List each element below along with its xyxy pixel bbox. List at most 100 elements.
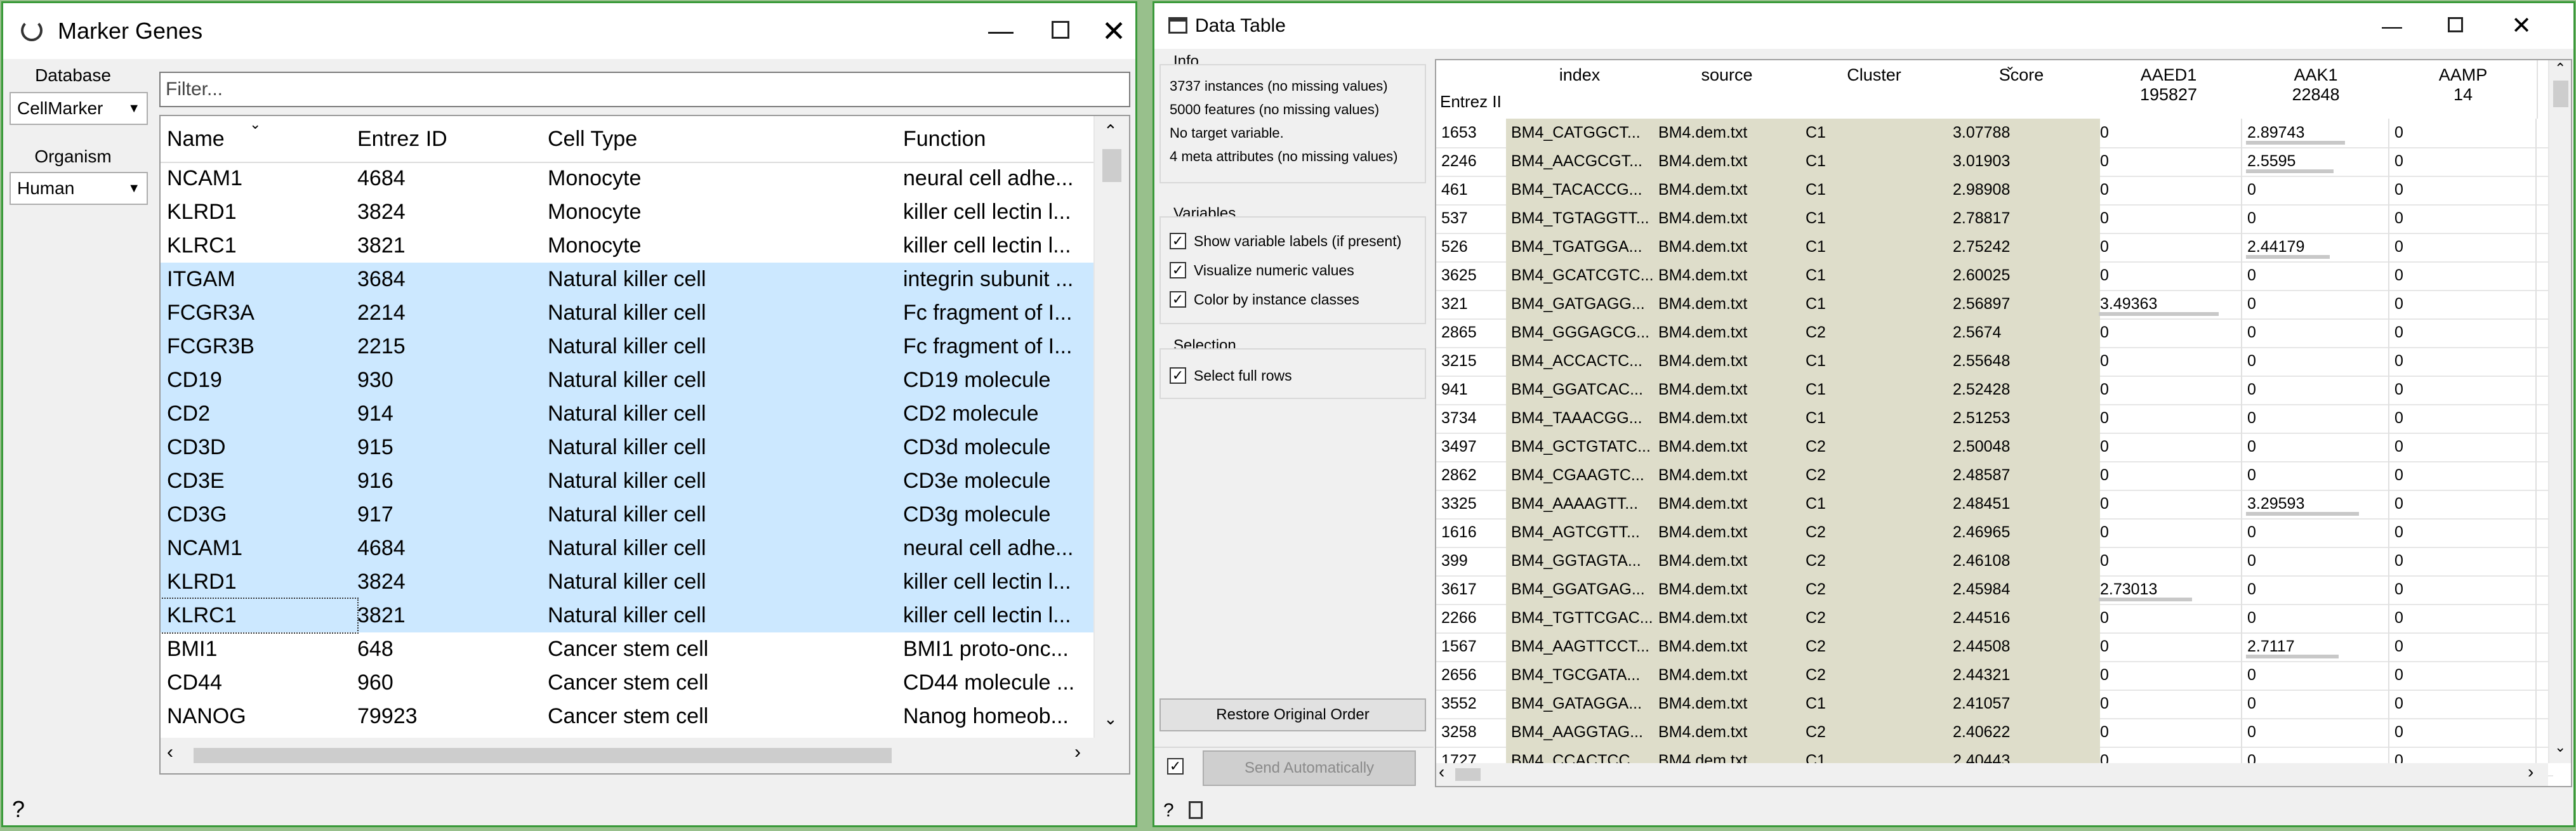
table-row[interactable]: FCGR3B 2215 Natural killer cell Fc fragment… [161,330,1093,363]
index-cell: BM4_GCATCGTC... [1506,261,1658,290]
minimize-icon[interactable]: — [2360,3,2424,49]
table-row[interactable]: 3552 BM4_GATAGGA... BM4.dem.txt C1 2.41057 0 0… [1436,690,2553,719]
vertical-scrollbar[interactable]: ⌃ ⌄ [1093,116,1129,738]
cell-type-cell: Cancer stem cell [548,637,709,661]
table-row[interactable]: 3625 BM4_GCATCGTC... BM4.dem.txt C1 2.60025 0… [1436,261,2553,291]
table-row[interactable]: 2862 BM4_CGAAGTC... BM4.dem.txt C2 2.48587 0 0… [1436,461,2553,491]
database-combo[interactable]: CellMarker ▼ [10,92,148,125]
column-header-score[interactable]: Score [1948,60,2096,119]
table-row[interactable]: ITGAM 3684 Natural killer cell integrin sub… [161,263,1093,296]
table-row[interactable]: CD2 914 Natural killer cell CD2 molecule [161,397,1093,431]
entrez-id-cell: 4684 [357,166,406,190]
table-row[interactable]: 2266 BM4_TGTTCGAC... BM4.dem.txt C2 2.44516 0… [1436,604,2553,634]
table-row[interactable]: CD3G 917 Natural killer cell CD3g molecule [161,498,1093,532]
column-header-aaed1[interactable]: AAED1 195827 [2095,60,2243,119]
source-cell: BM4.dem.txt [1653,490,1806,518]
table-row[interactable]: 461 BM4_TACACCG... BM4.dem.txt C1 2.98908 0 0 0 [1436,176,2553,206]
table-row[interactable]: 941 BM4_GGATCAC... BM4.dem.txt C1 2.52428 0 0 0 [1436,376,2553,405]
show-labels-checkbox[interactable]: ✓ [1170,233,1186,249]
column-header-cell-type[interactable]: Cell Type [541,116,904,163]
column-header-entrez-id[interactable]: Entrez ID [351,116,549,163]
table-row[interactable]: 2656 BM4_TGCGATA... BM4.dem.txt C2 2.44321 0 0… [1436,661,2553,691]
scroll-left-icon[interactable]: ‹ [167,742,173,763]
table-row[interactable]: CD19 930 Natural killer cell CD19 molecule [161,363,1093,397]
table-row[interactable]: 1653 BM4_CATGGCT... BM4.dem.txt C1 3.07788 0 2… [1436,119,2553,148]
scroll-thumb[interactable] [1102,149,1121,182]
scroll-up-icon[interactable]: ⌃ [2554,60,2566,77]
column-header-aamp[interactable]: AAMP 14 [2389,60,2538,119]
table-row[interactable]: KLRD1 3824 Monocyte killer cell lectin l... [161,195,1093,229]
horizontal-scrollbar[interactable]: ‹ › [161,738,1129,773]
table-row[interactable]: 399 BM4_GGTAGTA... BM4.dem.txt C2 2.46108 0 0 0 [1436,547,2553,577]
table-row[interactable]: BMI1 648 Cancer stem cell BMI1 proto-onc... [161,632,1093,666]
scroll-right-icon[interactable]: › [2528,762,2533,782]
scroll-down-icon[interactable]: ⌄ [2554,739,2566,756]
close-icon[interactable]: ✕ [1082,3,1146,59]
scroll-thumb[interactable] [194,748,892,763]
table-row[interactable]: NCAM1 4684 Natural killer cell neural cell … [161,532,1093,565]
table-row[interactable]: 526 BM4_TGATGGA... BM4.dem.txt C1 2.75242 0 2.… [1436,233,2553,263]
minimize-icon[interactable]: — [969,3,1033,59]
close-icon[interactable]: ✕ [2490,3,2553,49]
table-row[interactable]: 537 BM4_TGTAGGTT... BM4.dem.txt C1 2.78817 0 0… [1436,204,2553,234]
maximize-icon[interactable] [2424,3,2487,49]
table-row[interactable]: NCAM1 4684 Monocyte neural cell adhe... [161,162,1093,195]
visualize-numeric-checkbox[interactable]: ✓ [1170,262,1186,278]
database-label: Database [35,65,111,85]
table-row[interactable]: 3215 BM4_ACCACTC... BM4.dem.txt C1 2.55648 0 0… [1436,347,2553,377]
scroll-thumb[interactable] [1455,768,1481,781]
select-full-rows-checkbox[interactable]: ✓ [1170,367,1186,384]
help-icon[interactable]: ? [1163,800,1174,821]
score-cell: 2.44516 [1948,604,2100,632]
scroll-left-icon[interactable]: ‹ [1439,762,1444,782]
table-row[interactable]: 3325 BM4_AAAAGTT... BM4.dem.txt C1 2.48451 0 3… [1436,490,2553,520]
aaed1-cell: 0 [2100,438,2109,455]
row-id-cell: 321 [1441,295,1468,313]
info-target: No target variable. [1170,125,1284,141]
scroll-down-icon[interactable]: ⌄ [1104,709,1118,729]
scroll-up-icon[interactable]: ⌃ [1104,121,1118,141]
table-row[interactable]: CD3E 916 Natural killer cell CD3e molecule [161,464,1093,498]
vertical-scrollbar[interactable]: ⌃ ⌄ [2548,60,2571,763]
send-automatically-button[interactable]: Send Automatically [1203,750,1416,786]
table-row[interactable]: KLRC1 3821 Natural killer cell killer cell … [161,598,1093,634]
table-row[interactable]: 321 BM4_GATGAGG... BM4.dem.txt C1 2.56897 3.4… [1436,290,2553,320]
entrez-id-cell: 79923 [357,704,418,728]
gene-name-cell: CD2 [167,402,211,426]
column-header-index[interactable]: index [1506,60,1655,119]
table-row[interactable]: 2246 BM4_AACGCGT... BM4.dem.txt C1 3.01903 0 2… [1436,147,2553,177]
table-row[interactable]: 3734 BM4_TAAACGG... BM4.dem.txt C1 2.51253 0 0… [1436,404,2553,434]
table-row[interactable]: 1567 BM4_AAGTTCCT... BM4.dem.txt C2 2.44508 0… [1436,632,2553,662]
title-bar[interactable]: Data Table — ✕ [1154,3,2573,49]
restore-original-order-button[interactable]: Restore Original Order [1159,698,1426,731]
column-header-function[interactable]: Function [897,116,1101,163]
table-row[interactable]: CD44 960 Cancer stem cell CD44 molecule ... [161,666,1093,700]
table-row[interactable]: 3497 BM4_GCTGTATC... BM4.dem.txt C2 2.50048 0… [1436,433,2553,462]
table-row[interactable]: FCGR3A 2214 Natural killer cell Fc fragment… [161,296,1093,330]
aak1-cell: 0 [2247,409,2256,427]
table-row[interactable]: 2865 BM4_GGGAGCG... BM4.dem.txt C2 2.5674 0 0 0 [1436,318,2553,348]
scroll-thumb[interactable] [2553,81,2568,107]
help-icon[interactable]: ? [12,796,25,823]
report-icon[interactable] [1189,801,1203,819]
table-row[interactable]: 3258 BM4_AAGGTAG... BM4.dem.txt C2 2.40622 0 0… [1436,718,2553,748]
table-row[interactable]: NANOG 79923 Cancer stem cell Nanog homeob..… [161,700,1093,733]
table-row[interactable]: 1616 BM4_AGTCGTT... BM4.dem.txt C2 2.46965 0 0… [1436,518,2553,548]
table-row[interactable]: 3617 BM4_GGATGAG... BM4.dem.txt C2 2.45984 2.… [1436,575,2553,605]
send-automatically-checkbox[interactable]: ✓ [1167,758,1184,775]
marker-genes-table[interactable]: Name ⌄ Entrez ID Cell Type Function NCAM… [159,115,1130,775]
column-header-aak1[interactable]: AAK1 22848 [2242,60,2391,119]
column-header-source[interactable]: source [1653,60,1802,119]
column-header-cluster[interactable]: Cluster [1800,60,1949,119]
aaed1-cell: 0 [2100,666,2109,684]
data-table-grid[interactable]: Entrez II index source Cluster Score AAED1 19… [1435,59,2572,787]
horizontal-scrollbar[interactable]: ‹ › [1436,762,2548,786]
table-row[interactable]: KLRD1 3824 Natural killer cell killer cell … [161,565,1093,599]
color-by-class-checkbox[interactable]: ✓ [1170,291,1186,308]
table-row[interactable]: CD3D 915 Natural killer cell CD3d molecule [161,431,1093,464]
filter-input[interactable] [159,72,1130,107]
scroll-right-icon[interactable]: › [1074,742,1081,763]
organism-combo[interactable]: Human ▼ [10,172,148,205]
title-bar[interactable]: Marker Genes — ✕ [3,3,1135,59]
table-row[interactable]: KLRC1 3821 Monocyte killer cell lectin l... [161,229,1093,263]
